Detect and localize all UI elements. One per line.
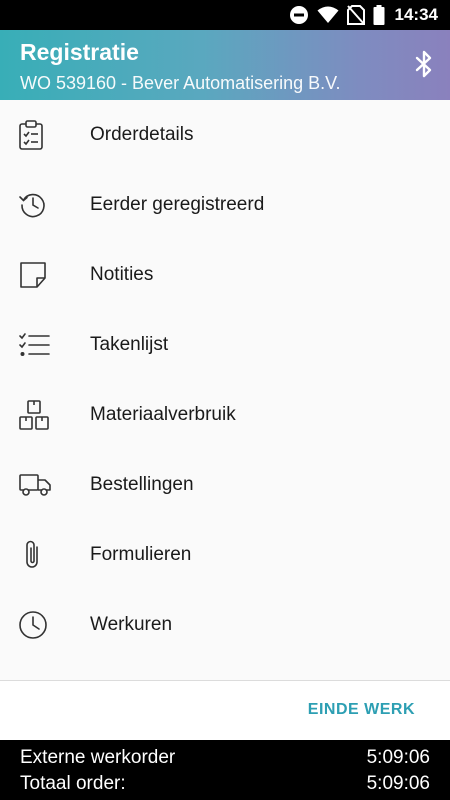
clipboard-icon xyxy=(0,120,90,150)
action-area: EINDE WERK xyxy=(0,681,450,740)
menu-item-orderdetails[interactable]: Orderdetails xyxy=(0,100,450,170)
menu-item-takenlijst[interactable]: Takenlijst xyxy=(0,310,450,380)
menu-item-label: Eerder geregistreerd xyxy=(90,194,265,215)
checklist-icon xyxy=(0,332,90,358)
end-work-button[interactable]: EINDE WERK xyxy=(308,701,415,719)
page-title: Registratie xyxy=(20,39,139,65)
menu-list: Orderdetails Eerder geregistreerd Notiti… xyxy=(0,100,450,680)
status-bar: 14:34 xyxy=(0,0,450,30)
menu-item-label: Orderdetails xyxy=(90,124,194,145)
bluetooth-icon[interactable] xyxy=(414,50,434,83)
boxes-icon xyxy=(0,400,90,430)
footer-row-external: Externe werkorder 5:09:06 xyxy=(20,747,430,769)
menu-item-label: Takenlijst xyxy=(90,334,169,355)
footer-row-total: Totaal order: 5:09:06 xyxy=(20,773,430,795)
status-time: 14:34 xyxy=(394,5,438,24)
menu-item-materiaalverbruik[interactable]: Materiaalverbruik xyxy=(0,380,450,450)
history-icon xyxy=(0,190,90,220)
paperclip-icon xyxy=(0,539,90,571)
external-workorder-time: 5:09:06 xyxy=(366,747,430,768)
battery-icon xyxy=(373,5,385,25)
do-not-disturb-icon xyxy=(289,5,309,25)
menu-item-notities[interactable]: Notities xyxy=(0,240,450,310)
app-bar: Registratie WO 539160 - Bever Automatise… xyxy=(0,30,450,100)
menu-item-label: Notities xyxy=(90,264,154,285)
menu-item-label: Formulieren xyxy=(90,544,192,565)
total-order-time: 5:09:06 xyxy=(366,773,430,794)
menu-item-werkuren[interactable]: Werkuren xyxy=(0,590,450,660)
no-sim-icon xyxy=(346,5,365,25)
wifi-icon xyxy=(317,6,339,24)
truck-icon xyxy=(0,472,90,498)
menu-item-formulieren[interactable]: Formulieren xyxy=(0,520,450,590)
external-workorder-label: Externe werkorder xyxy=(20,747,176,768)
menu-item-label: Bestellingen xyxy=(90,474,194,495)
menu-item-label: Werkuren xyxy=(90,614,173,635)
note-icon xyxy=(0,261,90,289)
menu-item-eerder-geregistreerd[interactable]: Eerder geregistreerd xyxy=(0,170,450,240)
total-order-label: Totaal order: xyxy=(20,773,126,794)
menu-item-bestellingen[interactable]: Bestellingen xyxy=(0,450,450,520)
timer-footer: Externe werkorder 5:09:06 Totaal order: … xyxy=(0,740,450,800)
page-subtitle: WO 539160 - Bever Automatisering B.V. xyxy=(20,73,341,93)
menu-item-label: Materiaalverbruik xyxy=(90,404,236,425)
clock-icon xyxy=(0,610,90,640)
